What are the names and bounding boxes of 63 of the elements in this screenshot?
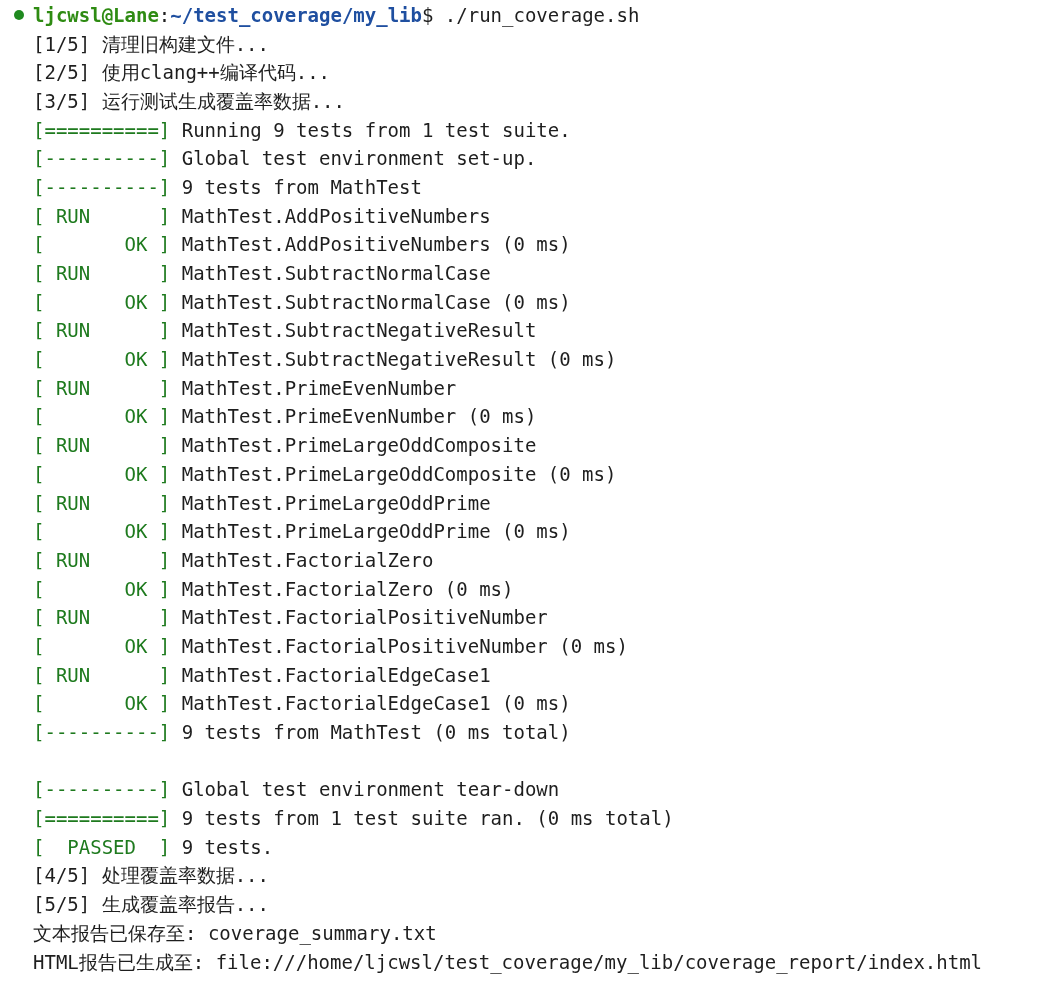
- test-status-tag: [ OK ]: [33, 459, 171, 489]
- prompt-path: ~/test_coverage/my_lib: [170, 2, 422, 29]
- output-line: [2/5] 使用clang++编译代码...: [33, 60, 331, 86]
- test-status-tag: [ OK ]: [33, 631, 171, 661]
- test-status-tag: [ RUN ]: [33, 431, 171, 461]
- output-line: [3/5] 运行测试生成覆盖率数据...: [33, 88, 345, 114]
- test-message: Global test environment tear-down: [180, 777, 560, 803]
- test-status-tag: [ RUN ]: [33, 603, 171, 633]
- test-message: MathTest.AddPositiveNumbers (0 ms): [180, 232, 571, 258]
- test-status-tag: [ OK ]: [33, 517, 171, 547]
- test-message: MathTest.FactorialEdgeCase1: [180, 662, 491, 688]
- test-status-tag: [ OK ]: [33, 345, 171, 375]
- test-status-tag: [----------]: [33, 144, 171, 174]
- test-status-tag: [==========]: [33, 115, 171, 145]
- test-status-tag: [ RUN ]: [33, 660, 171, 690]
- command-text: ./run_coverage.sh: [443, 2, 640, 29]
- test-message: 9 tests from MathTest (0 ms total): [180, 720, 571, 746]
- test-status-tag: [----------]: [33, 172, 171, 202]
- test-message: Global test environment set-up.: [180, 146, 537, 172]
- test-message: MathTest.FactorialPositiveNumber: [180, 605, 548, 631]
- test-message: MathTest.SubtractNegativeResult (0 ms): [180, 347, 617, 373]
- test-message: MathTest.PrimeEvenNumber (0 ms): [180, 404, 537, 430]
- test-message: MathTest.AddPositiveNumbers: [180, 203, 491, 229]
- test-message: 9 tests.: [180, 834, 274, 860]
- output-line: [4/5] 处理覆盖率数据...: [33, 863, 269, 889]
- test-message: MathTest.SubtractNormalCase (0 ms): [180, 289, 571, 315]
- test-status-tag: [==========]: [33, 804, 171, 834]
- output-line: HTML报告已生成至: file:///home/ljcwsl/test_coverage/my_lib/coverage_report/index.html: [33, 949, 983, 976]
- test-status-tag: [ OK ]: [33, 574, 171, 604]
- test-message: MathTest.SubtractNegativeResult: [180, 318, 537, 344]
- test-status-tag: [ RUN ]: [33, 316, 171, 346]
- output-line: [1/5] 清理旧构建文件...: [33, 31, 269, 57]
- test-message: MathTest.SubtractNormalCase: [180, 261, 491, 287]
- output-line: [5/5] 生成覆盖率报告...: [33, 892, 269, 918]
- test-message: MathTest.PrimeLargeOddPrime: [180, 490, 491, 516]
- test-message: MathTest.FactorialPositiveNumber (0 ms): [180, 633, 628, 659]
- test-message: Running 9 tests from 1 test suite.: [180, 117, 571, 143]
- prompt-symbol: $: [421, 2, 434, 28]
- test-message: MathTest.PrimeLargeOddComposite (0 ms): [180, 461, 617, 487]
- test-status-tag: [ OK ]: [33, 402, 171, 432]
- test-message: MathTest.PrimeEvenNumber: [180, 375, 457, 401]
- prompt-user-host: ljcwsl@Lane: [33, 2, 159, 28]
- test-status-tag: [ RUN ]: [33, 259, 171, 289]
- test-status-tag: [ OK ]: [33, 287, 171, 317]
- status-dot-icon: [14, 10, 24, 21]
- test-status-tag: [----------]: [33, 775, 171, 805]
- test-message: MathTest.FactorialEdgeCase1 (0 ms): [180, 691, 571, 717]
- test-status-tag: [ RUN ]: [33, 545, 171, 575]
- test-status-tag: [ RUN ]: [33, 373, 171, 403]
- test-message: MathTest.FactorialZero (0 ms): [180, 576, 514, 602]
- test-status-tag: [ RUN ]: [33, 488, 171, 518]
- test-message: 9 tests from MathTest: [180, 174, 422, 200]
- test-message: MathTest.PrimeLargeOddPrime (0 ms): [180, 519, 571, 545]
- test-message: 9 tests from 1 test suite ran. (0 ms total): [180, 806, 674, 832]
- test-message: MathTest.PrimeLargeOddComposite: [180, 433, 537, 459]
- prompt-separator: :: [158, 2, 171, 28]
- test-status-tag: [ PASSED ]: [33, 832, 171, 862]
- test-status-tag: [----------]: [33, 718, 171, 748]
- output-line: 文本报告已保存至: coverage_summary.txt: [33, 920, 437, 947]
- test-message: MathTest.FactorialZero: [180, 547, 434, 573]
- test-status-tag: [ OK ]: [33, 230, 171, 260]
- test-status-tag: [ OK ]: [33, 689, 171, 719]
- test-status-tag: [ RUN ]: [33, 201, 171, 231]
